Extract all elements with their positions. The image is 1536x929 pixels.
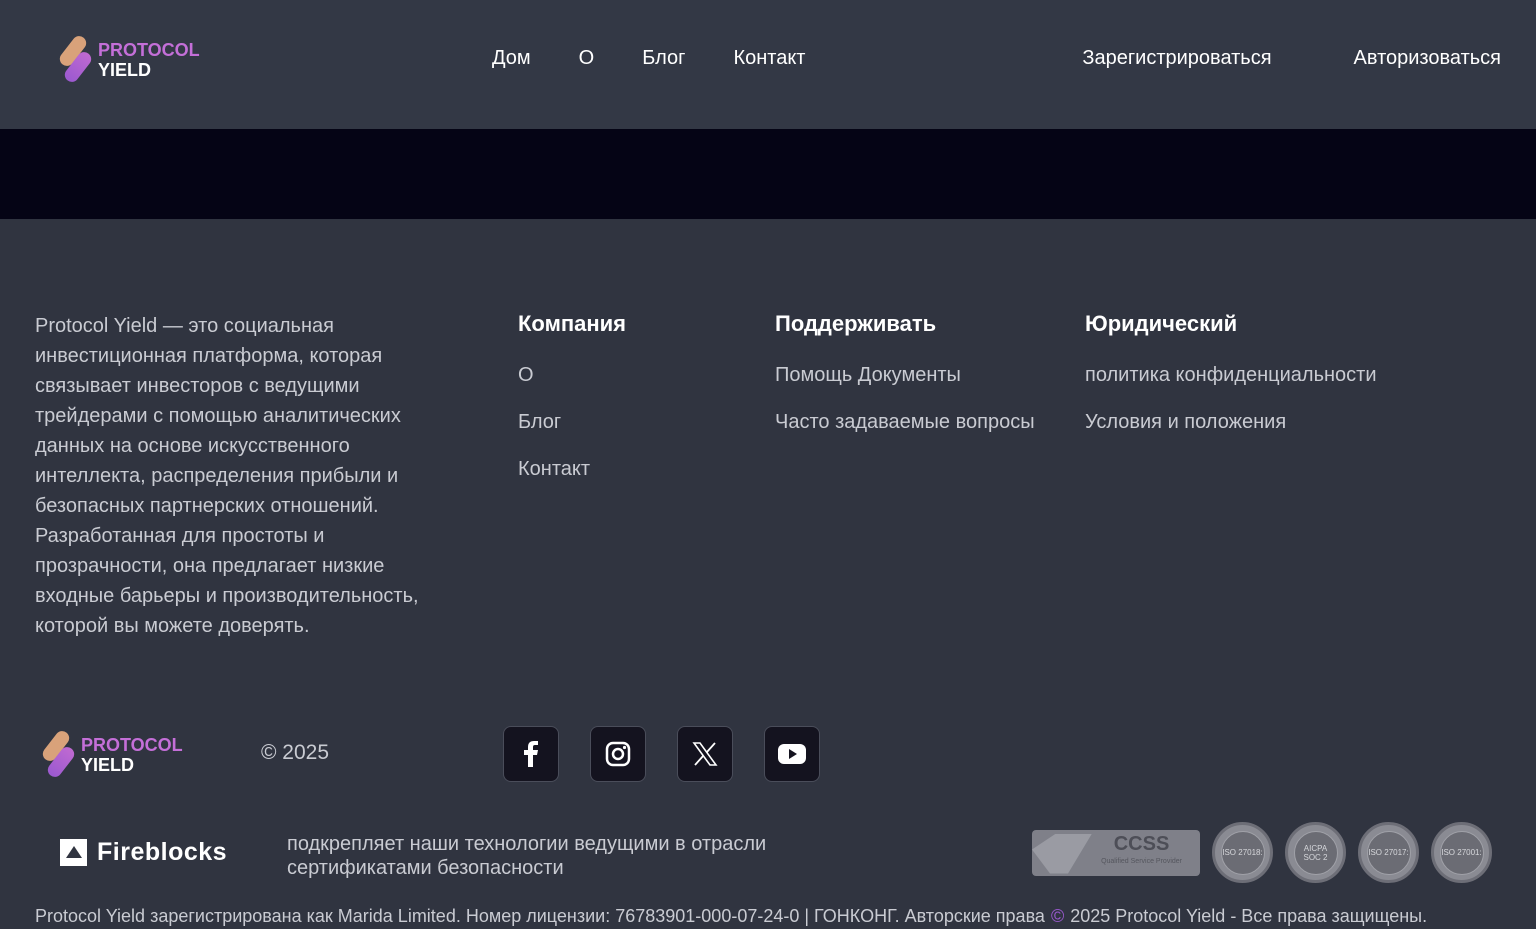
col-title-support: Поддерживать [775,311,937,336]
footer-logo[interactable]: PROTOCOL YIELD [40,728,183,780]
ccss-badge: CCSS Qualified Service Provider [1032,829,1200,876]
nav-contact[interactable]: Контакт [733,47,805,70]
footer-link-faq[interactable]: Часто задаваемые вопросы [775,408,1035,437]
facebook-icon [524,741,538,767]
footer-col-legal: Юридический политика конфиденциальности … [1085,311,1445,455]
legal-notice-left: Protocol Yield зарегистрирована как Mari… [35,906,1045,926]
copyright-icon: © [1050,906,1065,926]
instagram-icon [605,741,631,767]
col-title-company: Компания [518,311,627,336]
ccss-subtitle: Qualified Service Provider [1101,857,1182,865]
footer-link-contact[interactable]: Контакт [518,455,626,484]
fireblocks-icon [60,839,87,866]
logo-text-yield: YIELD [98,60,152,80]
iso-27017-badge: ISO 27017: [1358,822,1419,883]
register-link[interactable]: Зарегистрироваться [1082,47,1271,70]
fireblocks-logo: Fireblocks [60,838,227,867]
dark-band [0,129,1536,219]
logo-mark-icon [57,33,94,85]
seal-label: ISO 27018: [1220,830,1265,875]
footer-copyright: © 2025 [261,741,330,764]
logo-mark-icon [40,728,77,780]
iso-27001-badge: ISO 27001: [1431,822,1492,883]
auth-links: Зарегистрироваться Авторизоваться [1082,47,1501,70]
instagram-button[interactable] [590,726,646,782]
site-header: PROTOCOL YIELD Дом О Блог Контакт Зареги… [0,0,1536,129]
footer-link-help-docs[interactable]: Помощь Документы [775,361,1035,390]
iso-27018-badge: ISO 27018: [1212,822,1273,883]
fireblocks-text: подкрепляет наши технологии ведущими в о… [287,833,767,879]
x-button[interactable] [677,726,733,782]
legal-notice-right: 2025 Protocol Yield - Все права защищены… [1070,906,1428,926]
nav-blog[interactable]: Блог [642,47,685,70]
main-nav: Дом О Блог Контакт [492,47,805,70]
footer-link-privacy[interactable]: политика конфиденциальности [1085,361,1445,390]
logo-text-protocol: PROTOCOL [98,40,200,60]
x-icon [692,742,718,766]
ccss-shield-icon [1032,833,1092,874]
logo-text-protocol: PROTOCOL [81,735,183,755]
logo-text-yield: YIELD [81,755,135,775]
footer-col-support: Поддерживать Помощь Документы Часто зада… [775,311,1035,455]
seal-label: ISO 27017: [1366,830,1411,875]
footer-link-terms[interactable]: Условия и положения [1085,408,1445,437]
youtube-icon [778,744,806,764]
col-title-legal: Юридический [1085,311,1238,336]
seal-label: AICPA SOC 2 [1293,830,1338,875]
social-links [503,726,820,782]
fireblocks-name: Fireblocks [97,838,228,866]
facebook-button[interactable] [503,726,559,782]
ccss-title: CCSS [1113,832,1170,855]
footer-link-blog[interactable]: Блог [518,408,626,437]
about-text: Protocol Yield — это социальная инвестиц… [35,315,419,637]
legal-notice: Protocol Yield зарегистрирована как Mari… [35,906,1427,927]
header-logo[interactable]: PROTOCOL YIELD [57,33,200,85]
soc2-badge: AICPA SOC 2 [1285,822,1346,883]
nav-home[interactable]: Дом [492,47,531,70]
youtube-button[interactable] [764,726,820,782]
seal-label: ISO 27001: [1439,830,1484,875]
login-link[interactable]: Авторизоваться [1354,47,1501,70]
footer-link-about[interactable]: О [518,361,626,390]
footer-col-company: Компания О Блог Контакт [518,311,626,502]
nav-about[interactable]: О [579,47,595,70]
certification-badges: CCSS Qualified Service Provider ISO 2701… [1032,822,1492,883]
